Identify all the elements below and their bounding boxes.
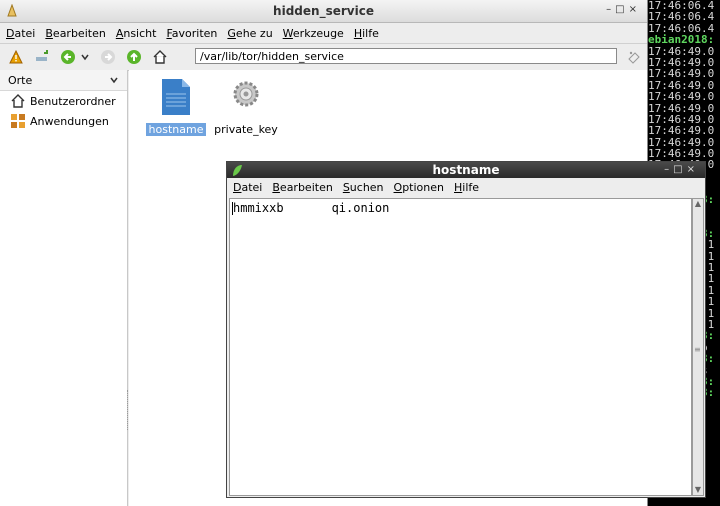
menu-label: nsicht	[123, 26, 157, 40]
home-icon	[11, 94, 25, 108]
editor-title: hostname	[432, 163, 500, 177]
editor-menubar: Datei Bearbeiten Suchen Optionen Hilfe	[227, 178, 705, 196]
places-header[interactable]: Orte	[0, 70, 127, 91]
address-input[interactable]: /var/lib/tor/hidden_service	[195, 48, 617, 64]
menu-mnemonic: B	[45, 26, 53, 40]
home-icon[interactable]	[152, 49, 168, 65]
sidebar-item-label: Benutzerordner	[30, 94, 116, 108]
scroll-up-icon[interactable]: ▲	[693, 199, 703, 209]
minimize-icon[interactable]: –	[606, 4, 615, 15]
menu-label: erkzeuge	[292, 26, 344, 40]
clear-address-icon[interactable]	[626, 49, 642, 65]
text-content-start: hmmixxb	[233, 201, 284, 215]
new-folder-icon[interactable]	[34, 49, 50, 65]
places-sidebar: Orte Benutzerordner Anwendungen	[0, 70, 128, 506]
file-name: hostname	[145, 123, 207, 136]
minimize-icon[interactable]: –	[664, 164, 673, 175]
file-name: private_key	[214, 123, 278, 136]
menu-label: ehe zu	[235, 26, 273, 40]
menu-label: ilfe	[462, 180, 480, 194]
menu-label: earbeiten	[52, 26, 106, 40]
menu-mnemonic: O	[393, 180, 403, 194]
ed-menu-item[interactable]: Optionen	[394, 181, 444, 194]
menu-label: avoriten	[171, 26, 218, 40]
menu-label: atei	[14, 26, 36, 40]
ed-menu-item[interactable]: Hilfe	[454, 181, 479, 194]
close-icon[interactable]: ×	[687, 164, 699, 175]
menu-mnemonic: G	[227, 26, 236, 40]
text-content-end: qi.onion	[331, 201, 390, 215]
vertical-scrollbar[interactable]: ▲ ≡ ▼	[692, 198, 704, 496]
text-file-icon	[162, 79, 190, 115]
menu-mnemonic: S	[342, 180, 350, 194]
maximize-icon[interactable]: □	[615, 4, 628, 15]
fm-menu-item[interactable]: Ansicht	[116, 27, 157, 40]
fm-menu-item[interactable]: Hilfe	[354, 27, 379, 40]
menu-label: ilfe	[362, 26, 379, 40]
menu-mnemonic: W	[282, 26, 293, 40]
fm-menu-item[interactable]: Favoriten	[166, 27, 217, 40]
menu-mnemonic: B	[272, 180, 280, 194]
sidebar-item-applications[interactable]: Anwendungen	[0, 111, 127, 131]
chevron-down-icon[interactable]	[109, 75, 119, 85]
menu-mnemonic: H	[353, 26, 363, 40]
back-icon[interactable]	[60, 49, 76, 65]
text-editor-window: hostname –□× Datei Bearbeiten Suchen Option…	[226, 161, 706, 498]
terminal-line: 17:46:49.0	[648, 124, 715, 138]
sidebar-item-label: Anwendungen	[30, 114, 109, 128]
up-icon[interactable]	[126, 49, 142, 65]
fm-menu-item[interactable]: Gehe zu	[227, 27, 272, 40]
file-manager-toolbar: /var/lib/tor/hidden_service	[0, 44, 647, 71]
scroll-down-icon[interactable]: ▼	[693, 485, 703, 495]
fm-menu-item[interactable]: Datei	[6, 27, 35, 40]
applications-icon	[11, 114, 25, 128]
chevron-down-icon[interactable]	[80, 49, 90, 65]
terminal-line: 17:46:49.0	[648, 90, 715, 104]
editor-text-area[interactable]: hmmixxb qi.onion	[229, 198, 692, 496]
window-controls: –□×	[606, 4, 641, 15]
menu-label: earbeiten	[279, 180, 333, 194]
fm-menu-item[interactable]: Werkzeuge	[283, 27, 344, 40]
file-manager-menubar: Datei Bearbeiten Ansicht Favoriten Gehe zu We…	[0, 23, 647, 44]
ed-menu-item[interactable]: Datei	[233, 181, 262, 194]
menu-label: uchen	[349, 180, 384, 194]
file-manager-title: hidden_service	[273, 4, 374, 18]
scroll-grip-icon: ≡	[694, 345, 701, 354]
window-controls: –□×	[664, 164, 699, 175]
maximize-icon[interactable]: □	[673, 164, 686, 175]
fm-menu-item[interactable]: Bearbeiten	[45, 27, 105, 40]
file-manager-titlebar[interactable]: hidden_service –□×	[0, 0, 647, 23]
menu-label: atei	[241, 180, 263, 194]
key-file-icon	[233, 81, 259, 107]
forward-icon[interactable]	[100, 49, 116, 65]
menu-label: ptionen	[402, 180, 444, 194]
sidebar-item-home[interactable]: Benutzerordner	[0, 91, 127, 111]
close-icon[interactable]: ×	[629, 4, 641, 15]
terminal-line: ebian2018:	[648, 33, 715, 47]
ed-menu-item[interactable]: Bearbeiten	[272, 181, 332, 194]
ed-menu-item[interactable]: Suchen	[343, 181, 384, 194]
file-item-private-key[interactable]: private_key	[209, 78, 283, 136]
editor-titlebar[interactable]: hostname –□×	[227, 162, 705, 178]
warning-icon	[8, 49, 24, 65]
places-header-label: Orte	[8, 73, 33, 87]
file-item-hostname[interactable]: hostname	[139, 78, 213, 136]
